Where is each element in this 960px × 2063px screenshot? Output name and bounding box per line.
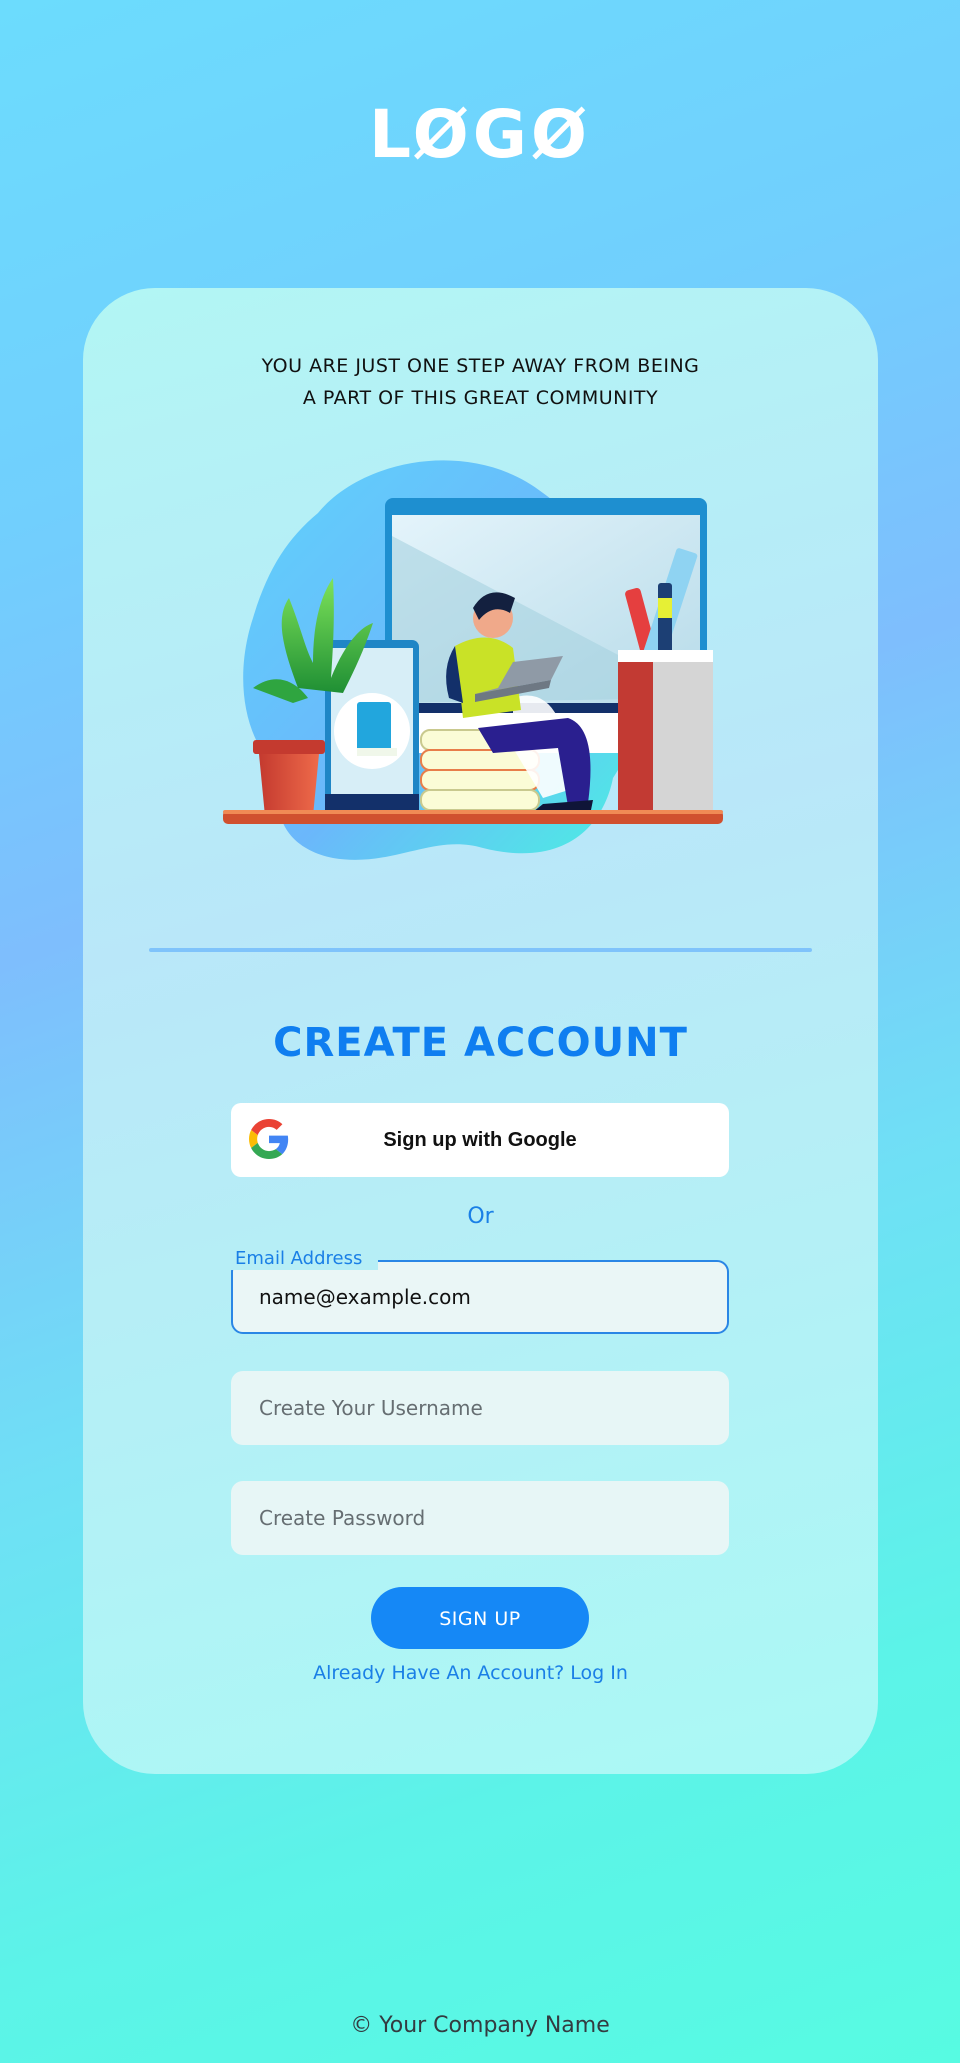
username-input[interactable] xyxy=(231,1371,729,1445)
logo: LØGØ xyxy=(368,96,592,173)
or-separator: Or xyxy=(467,1204,494,1229)
login-link[interactable]: Already Have An Account? Log In xyxy=(83,1662,858,1684)
google-signup-label: Sign up with Google xyxy=(383,1129,577,1151)
divider xyxy=(149,948,812,952)
footer-copyright: © Your Company Name xyxy=(350,2013,610,2038)
google-signup-button[interactable]: Sign up with Google xyxy=(231,1103,729,1177)
tagline: YOU ARE JUST ONE STEP AWAY FROM BEING A … xyxy=(83,350,878,414)
signup-card: YOU ARE JUST ONE STEP AWAY FROM BEING A … xyxy=(83,288,878,1774)
email-field[interactable]: Email Address xyxy=(231,1248,729,1334)
email-input[interactable] xyxy=(233,1262,727,1332)
username-field[interactable] xyxy=(231,1371,729,1445)
page-title: CREATE ACCOUNT xyxy=(273,1020,688,1066)
tagline-line-1: YOU ARE JUST ONE STEP AWAY FROM BEING xyxy=(261,355,700,377)
email-label: Email Address xyxy=(231,1248,379,1270)
tagline-line-2: A PART OF THIS GREAT COMMUNITY xyxy=(302,387,659,409)
book-icon xyxy=(357,702,391,756)
password-field[interactable] xyxy=(231,1481,729,1555)
password-input[interactable] xyxy=(231,1481,729,1555)
person-laptop-desk-illustration xyxy=(223,460,723,860)
signup-button[interactable]: SIGN UP xyxy=(371,1587,589,1649)
